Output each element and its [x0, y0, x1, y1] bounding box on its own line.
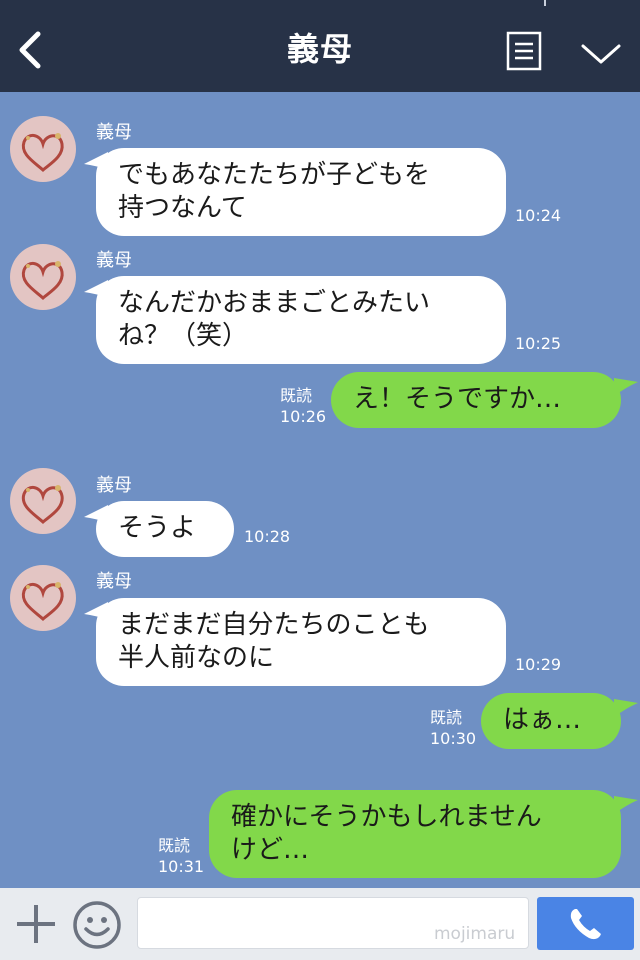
- watermark: mojimaru: [434, 924, 516, 944]
- message-time: 10:30: [430, 729, 477, 748]
- message-time: 10:29: [515, 655, 562, 674]
- chat-title: 義母: [286, 30, 353, 68]
- message-time: 10:28: [244, 527, 291, 546]
- avatar[interactable]: [10, 116, 76, 182]
- sender-name: 義母: [96, 571, 132, 592]
- message-bubble[interactable]: まだまだ自分たちのことも 半人前なのに: [96, 598, 506, 686]
- chevron-down-icon[interactable]: [580, 38, 622, 68]
- status-indicator: [544, 0, 546, 6]
- avatar[interactable]: [10, 244, 76, 310]
- message-bubble[interactable]: え！そうですか…: [331, 372, 621, 428]
- message-bubble[interactable]: なんだかおままごとみたい ね？（笑）: [96, 276, 506, 364]
- chat-header: 義母: [0, 0, 640, 92]
- phone-icon[interactable]: [567, 906, 605, 942]
- read-receipt: 既読: [430, 708, 463, 727]
- bubble-tail: [614, 699, 638, 717]
- message-bubble[interactable]: はぁ…: [481, 693, 621, 749]
- message-bubble[interactable]: でもあなたたちが子どもを 持つなんて: [96, 148, 506, 236]
- bubble-tail: [614, 378, 638, 396]
- message-time: 10:24: [515, 206, 562, 225]
- message-bubble[interactable]: そうよ: [96, 501, 234, 557]
- chat-area[interactable]: 義母 でもあなたたちが子どもを 持つなんて 10:24 義母 なんだかおままごと…: [0, 92, 640, 888]
- read-receipt: 既読: [158, 836, 191, 855]
- smiley-icon[interactable]: [72, 900, 122, 950]
- message-time: 10:31: [158, 857, 205, 876]
- avatar[interactable]: [10, 565, 76, 631]
- read-receipt: 既読: [280, 386, 313, 405]
- sender-name: 義母: [96, 250, 132, 271]
- avatar[interactable]: [10, 468, 76, 534]
- plus-icon[interactable]: [14, 902, 58, 946]
- sender-name: 義母: [96, 475, 132, 496]
- message-bubble[interactable]: 確かにそうかもしれません けど…: [209, 790, 621, 878]
- message-time: 10:25: [515, 334, 562, 353]
- sender-name: 義母: [96, 122, 132, 143]
- message-time: 10:26: [280, 407, 327, 426]
- notes-icon[interactable]: [506, 31, 542, 71]
- bubble-tail: [614, 796, 638, 814]
